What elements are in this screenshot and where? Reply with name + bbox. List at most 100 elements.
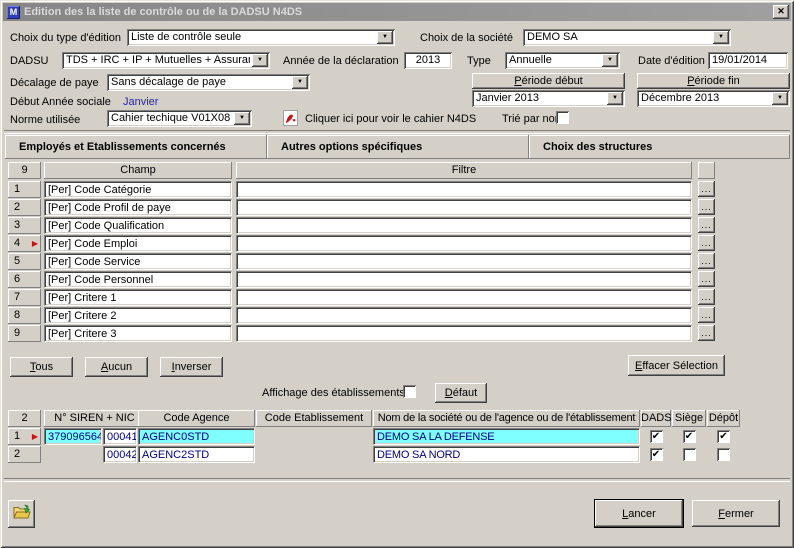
etab-etablissement-header[interactable]: Code Etablissement xyxy=(256,410,372,427)
close-button[interactable]: ✕ xyxy=(773,5,789,19)
champ-field[interactable]: [Per] Code Catégorie xyxy=(44,181,232,198)
filtre-field[interactable] xyxy=(236,199,692,216)
tab-choix-structures[interactable]: Choix des structures xyxy=(529,135,790,159)
filter-more-button[interactable]: ... xyxy=(698,325,715,341)
tab-employes-etablissements[interactable]: Employés et Etablissements concernés xyxy=(5,135,267,159)
chevron-down-icon[interactable]: ▼ xyxy=(377,31,393,44)
etab-depot-header[interactable]: Dépôt xyxy=(707,410,740,427)
decalage-combobox[interactable]: Sans décalage de paye ▼ xyxy=(107,74,310,91)
filter-more-button[interactable]: ... xyxy=(698,271,715,287)
row-header-cell[interactable]: 2 xyxy=(8,446,41,463)
champ-field[interactable]: [Per] Critere 3 xyxy=(44,325,232,342)
row-header-cell[interactable]: 4▶ xyxy=(8,235,41,252)
champ-field[interactable]: [Per] Code Profil de paye xyxy=(44,199,232,216)
row-header-cell[interactable]: 9 xyxy=(8,325,41,342)
siege-checkbox[interactable]: ✔ xyxy=(683,430,696,443)
nic-field[interactable]: 00041 xyxy=(103,428,137,445)
champ-field[interactable]: [Per] Code Personnel xyxy=(44,271,232,288)
title-bar[interactable]: M Edition des la liste de contrôle ou de… xyxy=(3,3,791,21)
dads-checkbox[interactable]: ✔ xyxy=(650,448,663,461)
filter-more-button[interactable]: ... xyxy=(698,199,715,215)
nom-field[interactable]: DEMO SA LA DEFENSE xyxy=(373,428,640,445)
etab-siren-header[interactable]: N° SIREN + NIC xyxy=(44,410,145,427)
filtre-field[interactable] xyxy=(236,325,692,342)
row-number: 2 xyxy=(14,199,20,216)
row-header-cell[interactable]: 2 xyxy=(8,199,41,216)
filter-champ-header[interactable]: Champ xyxy=(44,162,232,179)
nic-field[interactable]: 00042 xyxy=(103,446,137,463)
filter-more-button[interactable]: ... xyxy=(698,307,715,323)
chevron-down-icon[interactable]: ▼ xyxy=(252,54,268,67)
periode-debut-combobox[interactable]: Janvier 2013 ▼ xyxy=(472,90,625,107)
champ-field[interactable]: [Per] Code Service xyxy=(44,253,232,270)
siege-checkbox[interactable] xyxy=(683,448,696,461)
row-header-cell[interactable]: 8 xyxy=(8,307,41,324)
inverser-button[interactable]: Inverser xyxy=(160,357,223,377)
chevron-down-icon[interactable]: ▼ xyxy=(772,92,788,105)
fermer-button[interactable]: Fermer xyxy=(692,500,780,527)
filtre-field[interactable] xyxy=(236,271,692,288)
depot-checkbox[interactable]: ✔ xyxy=(717,430,730,443)
chevron-down-icon[interactable]: ▼ xyxy=(602,54,618,67)
filtre-field[interactable] xyxy=(236,253,692,270)
champ-field[interactable]: [Per] Critere 2 xyxy=(44,307,232,324)
depot-checkbox[interactable] xyxy=(717,448,730,461)
filter-more-button[interactable]: ... xyxy=(698,289,715,305)
siren-field[interactable]: 379096564 xyxy=(44,428,102,445)
champ-field[interactable]: [Per] Code Emploi xyxy=(44,235,232,252)
champ-field[interactable]: [Per] Critere 1 xyxy=(44,289,232,306)
filter-more-button[interactable]: ... xyxy=(698,235,715,251)
date-edition-input[interactable]: 19/01/2014 xyxy=(708,52,788,69)
annee-declaration-input[interactable]: 2013 xyxy=(404,52,452,69)
filtre-field[interactable] xyxy=(236,181,692,198)
code-agence-field[interactable]: AGENC0STD xyxy=(138,428,255,445)
filter-corner-cell[interactable]: 9 xyxy=(8,162,41,179)
filtre-field[interactable] xyxy=(236,307,692,324)
row-header-cell[interactable]: 7 xyxy=(8,289,41,306)
filter-more-button[interactable]: ... xyxy=(698,217,715,233)
filtre-field[interactable] xyxy=(236,217,692,234)
norme-combobox[interactable]: Cahier techique V01X08 ▼ xyxy=(107,110,252,127)
tous-button[interactable]: Tous xyxy=(10,357,73,377)
filter-more-button[interactable]: ... xyxy=(698,253,715,269)
cahier-n4ds-link[interactable]: Cliquer ici pour voir le cahier N4DS xyxy=(305,112,476,126)
row-header-cell[interactable]: 6 xyxy=(8,271,41,288)
etab-agence-header[interactable]: Code Agence xyxy=(138,410,255,427)
etab-dads-header[interactable]: DADS xyxy=(641,410,671,427)
code-agence-field[interactable]: AGENC2STD xyxy=(138,446,255,463)
affichage-etablissements-checkbox[interactable] xyxy=(403,385,416,398)
export-button[interactable] xyxy=(8,500,35,528)
chevron-down-icon[interactable]: ▼ xyxy=(713,31,729,44)
etab-nom-header[interactable]: Nom de la société ou de l'agence ou de l… xyxy=(373,410,640,427)
nom-field[interactable]: DEMO SA NORD xyxy=(373,446,640,463)
chevron-down-icon[interactable]: ▼ xyxy=(292,76,308,89)
periode-fin-combobox[interactable]: Décembre 2013 ▼ xyxy=(637,90,790,107)
filtre-field[interactable] xyxy=(236,235,692,252)
chevron-down-icon[interactable]: ▼ xyxy=(234,112,250,125)
etab-siege-header[interactable]: Siège xyxy=(672,410,706,427)
tab-autres-options[interactable]: Autres options spécifiques xyxy=(267,135,529,159)
periode-fin-button[interactable]: Période fin xyxy=(637,73,790,89)
type-combobox[interactable]: Annuelle ▼ xyxy=(505,52,620,69)
dadsu-combobox[interactable]: TDS + IRC + IP + Mutuelles + Assuranc ▼ xyxy=(62,52,270,69)
periode-debut-button[interactable]: Période début xyxy=(472,73,625,89)
lancer-button[interactable]: Lancer xyxy=(595,500,683,527)
filter-more-button[interactable]: ... xyxy=(698,181,715,197)
societe-combobox[interactable]: DEMO SA ▼ xyxy=(523,29,731,46)
chevron-down-icon[interactable]: ▼ xyxy=(607,92,623,105)
aucun-button[interactable]: Aucun xyxy=(85,357,148,377)
dads-checkbox[interactable]: ✔ xyxy=(650,430,663,443)
trie-par-nom-checkbox[interactable] xyxy=(556,111,569,124)
effacer-selection-button[interactable]: Effacer Sélection xyxy=(628,355,725,376)
champ-field[interactable]: [Per] Code Qualification xyxy=(44,217,232,234)
defaut-button[interactable]: Défaut xyxy=(435,383,487,403)
etab-corner-cell[interactable]: 2 xyxy=(8,410,41,427)
filter-filtre-header[interactable]: Filtre xyxy=(236,162,692,179)
row-header-cell[interactable]: 1 xyxy=(8,181,41,198)
row-header-cell[interactable]: 3 xyxy=(8,217,41,234)
pdf-icon[interactable] xyxy=(283,110,298,129)
type-edition-combobox[interactable]: Liste de contrôle seule ▼ xyxy=(127,29,395,46)
row-header-cell[interactable]: 1▶ xyxy=(8,428,41,445)
filtre-field[interactable] xyxy=(236,289,692,306)
row-header-cell[interactable]: 5 xyxy=(8,253,41,270)
